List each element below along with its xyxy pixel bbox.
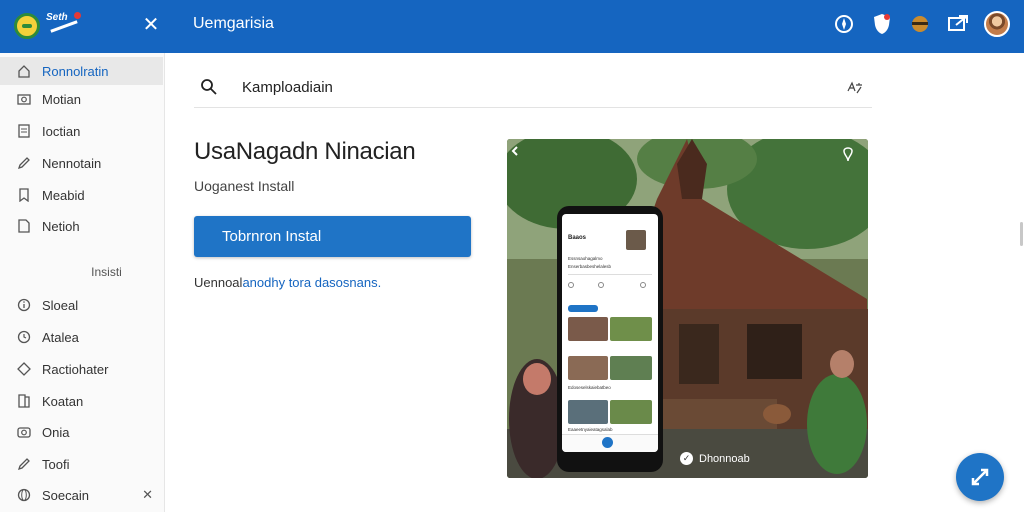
phone-tab-bar — [562, 434, 658, 452]
phone-mockup: Baaos Essnsaohagalmo Enserbasbeshelalesb… — [557, 206, 663, 472]
link-prefix: Uennoal — [194, 275, 243, 290]
sidebar-item-label: Atalea — [42, 329, 79, 345]
notification-dot — [74, 12, 81, 19]
scrollbar[interactable] — [1019, 53, 1024, 512]
check-icon: ✓ — [680, 452, 693, 465]
clock-icon — [17, 330, 31, 344]
sidebar-item-ractiohater[interactable]: Ractiohater — [0, 355, 163, 383]
sidebar-item-motian[interactable]: Motian — [0, 85, 163, 113]
hero-caption-text: Dhonnoab — [699, 452, 750, 465]
home-icon — [17, 64, 31, 78]
sidebar-item-label: Koatan — [42, 393, 84, 409]
phone-photo — [610, 317, 652, 341]
sidebar-item-label: Toofi — [42, 456, 70, 472]
sidebar-item-label: Ronnolratin — [42, 63, 109, 79]
collapse-icon — [971, 468, 989, 486]
phone-line: Eaaeetnyaieatagsalab — [568, 427, 613, 432]
hero-image: Baaos Essnsaohagalmo Enserbasbeshelalesb… — [507, 139, 868, 478]
topbar-actions — [832, 11, 1010, 37]
sidebar-item-nennotain[interactable]: Nennotain — [0, 149, 163, 177]
sidebar-item-onia[interactable]: Onia — [0, 418, 163, 446]
avatar[interactable] — [984, 11, 1010, 37]
close-icon[interactable]: ✕ — [142, 487, 153, 503]
compass-icon[interactable] — [832, 12, 856, 36]
sidebar-item-meabid[interactable]: Meabid — [0, 181, 163, 209]
pencil-icon — [17, 156, 31, 170]
sidebar-item-netioh[interactable]: Netioh — [0, 212, 163, 240]
main-subline: Uoganest Install — [194, 178, 295, 194]
search-bar[interactable]: Kamploadiain — [194, 68, 872, 108]
scrollbar-thumb[interactable] — [1020, 222, 1023, 246]
info-icon — [17, 298, 31, 312]
sidebar-item-toofi[interactable]: Toofi — [0, 450, 163, 478]
brand-text: Seth — [46, 12, 68, 23]
sidebar-item-ioctian[interactable]: Ioctian — [0, 117, 163, 145]
shield-icon[interactable] — [870, 12, 894, 36]
floating-action-button[interactable] — [956, 453, 1004, 501]
hero-caption: ✓ Dhonnoab — [680, 452, 750, 465]
page-title: Uemgarisia — [193, 15, 274, 32]
phone-photo — [568, 356, 608, 380]
tag-icon — [17, 362, 31, 376]
sidebar-item-sloeal[interactable]: Sloeal — [0, 291, 163, 319]
globe-icon — [17, 488, 31, 502]
sidebar-item-atalea[interactable]: Atalea — [0, 323, 163, 351]
link-text[interactable]: anodhy tora dasosnans. — [242, 275, 381, 290]
phone-screen: Baaos Essnsaohagalmo Enserbasbeshelalesb… — [562, 214, 658, 452]
share-screen-icon[interactable] — [946, 12, 970, 36]
sidebar-item-label: Nennotain — [42, 155, 102, 171]
sidebar-item-label: Onia — [42, 424, 70, 440]
phone-photo — [610, 356, 652, 380]
close-icon[interactable]: ✕ — [140, 12, 162, 38]
app-logo[interactable] — [14, 13, 40, 39]
phone-line: Edoseselskaiebatbeo — [568, 385, 611, 390]
sidebar-item-label: Meabid — [42, 187, 85, 203]
sidebar-item-label: Soecain — [42, 487, 89, 503]
pencil-icon — [17, 457, 31, 471]
cloud-icon[interactable] — [908, 12, 932, 36]
phone-photo — [568, 400, 608, 424]
phone-line: Essnsaohagalmo — [568, 256, 603, 261]
translate-icon[interactable] — [846, 79, 864, 97]
camera-icon — [17, 92, 31, 106]
main-headline: UsaNagadn Ninacian — [194, 138, 416, 165]
file-icon — [17, 219, 31, 233]
sidebar: Ronnolratin Motian Ioctian Nennotain Mea… — [0, 53, 165, 512]
phone-photo — [610, 400, 652, 424]
sidebar-item-label: Netioh — [42, 218, 80, 234]
install-button[interactable]: Tobrnron Instal — [194, 216, 471, 257]
sidebar-item-ronnolratin[interactable]: Ronnolratin — [0, 57, 163, 85]
sidebar-item-label: Ioctian — [42, 123, 81, 139]
bookmark-icon — [17, 188, 31, 202]
sidebar-item-label: Ractiohater — [42, 361, 109, 377]
search-input[interactable]: Kamploadiain — [242, 79, 333, 96]
book-icon — [17, 394, 31, 408]
search-icon[interactable] — [200, 78, 218, 96]
document-icon — [17, 124, 31, 138]
sidebar-item-label: Sloeal — [42, 297, 79, 313]
sidebar-item-koatan[interactable]: Koatan — [0, 387, 163, 415]
phone-action-pill — [568, 305, 598, 312]
brand-mark[interactable]: Seth — [46, 12, 82, 38]
top-app-bar: Seth ✕ Uemgarisia — [0, 0, 1024, 53]
phone-fab — [602, 437, 613, 448]
info-link[interactable]: Uennoalanodhy tora dasosnans. — [194, 275, 381, 290]
phone-photo — [568, 317, 608, 341]
phone-line: Enserbasbeshelalesb — [568, 264, 612, 269]
phone-title: Baaos — [568, 235, 587, 241]
sidebar-item-label: Motian — [42, 91, 82, 107]
phone-avatar — [626, 230, 646, 250]
sidebar-item-soecain[interactable]: Soecain ✕ — [0, 481, 163, 509]
camera-icon — [17, 425, 31, 439]
sidebar-section-label: Insisti — [91, 265, 122, 279]
